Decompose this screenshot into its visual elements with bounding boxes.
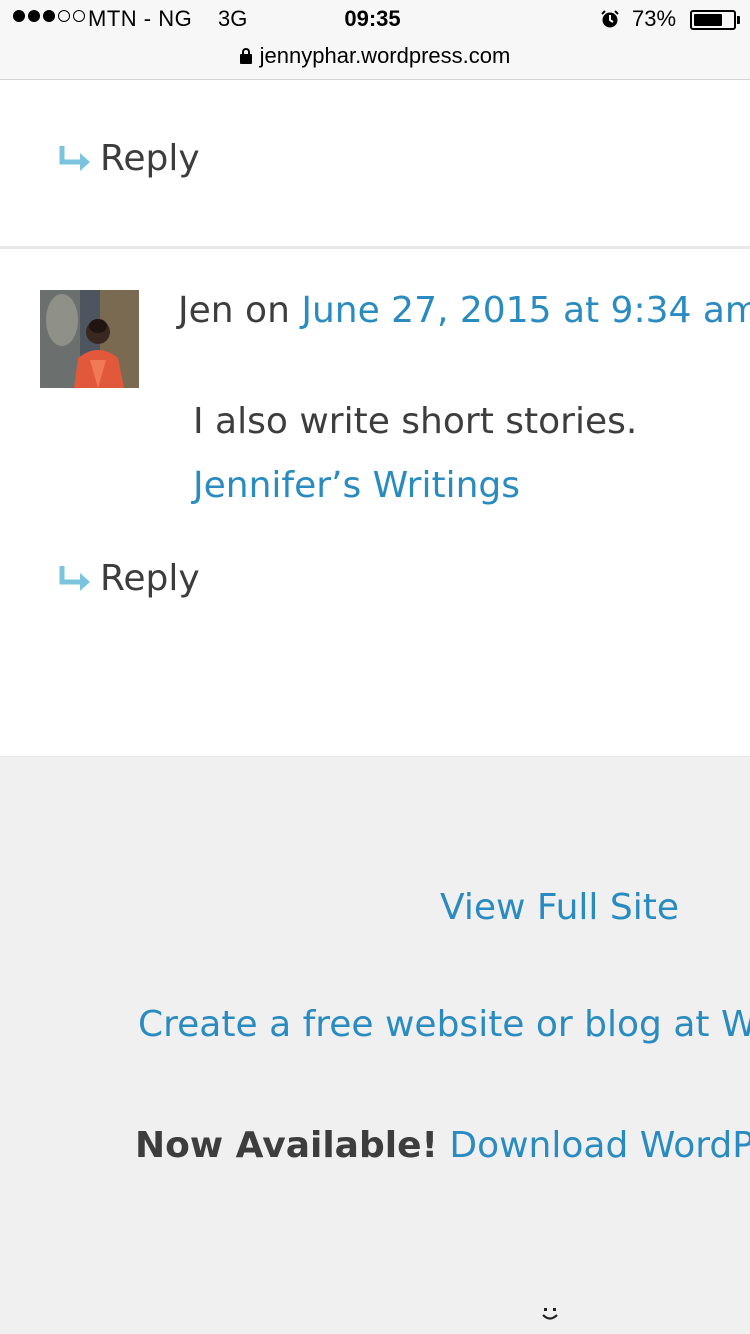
reply-button[interactable]: Reply: [58, 138, 200, 179]
battery-percent: 73%: [632, 6, 677, 31]
comment-author: Jen: [178, 290, 234, 331]
download-app-link[interactable]: Download WordPress: [449, 1125, 750, 1166]
avatar[interactable]: [40, 290, 139, 388]
view-full-site-link[interactable]: View Full Site: [440, 887, 679, 928]
comment-meta: Jen on June 27, 2015 at 9:34 am: [178, 290, 750, 331]
comment-on-word: on: [245, 290, 290, 331]
comment-writings-link[interactable]: Jennifer’s Writings: [193, 454, 637, 518]
reply-label: Reply: [100, 558, 200, 599]
now-available-label: Now Available!: [135, 1125, 438, 1166]
status-row: MTN - NG 3G 09:35 73%: [0, 6, 750, 36]
comment-body: I also write short stories. Jennifer’s W…: [193, 390, 637, 518]
reply-button[interactable]: Reply: [58, 558, 200, 599]
comment-divider: [0, 246, 750, 249]
comment-date-link[interactable]: June 27, 2015 at 9:34 am: [301, 290, 750, 331]
comment-text: I also write short stories.: [193, 401, 638, 442]
battery-icon: [690, 10, 736, 30]
address-bar[interactable]: jennyphar.wordpress.com: [0, 42, 750, 70]
lock-icon: [239, 48, 252, 64]
reply-arrow-icon: [59, 145, 90, 171]
app-promo: Now Available! Download WordPress: [135, 1125, 750, 1166]
site-footer: View Full Site Create a free website or …: [0, 756, 750, 1334]
status-bar: MTN - NG 3G 09:35 73% jennyphar.wordpres…: [0, 0, 750, 80]
reply-label: Reply: [100, 138, 200, 179]
battery-tip: [737, 16, 740, 24]
create-site-link[interactable]: Create a free website or blog at WordPre…: [138, 1004, 750, 1045]
alarm-icon: [601, 10, 619, 28]
smiley-icon: [542, 1308, 558, 1320]
url-text: jennyphar.wordpress.com: [259, 43, 511, 68]
reply-arrow-icon: [59, 565, 90, 591]
